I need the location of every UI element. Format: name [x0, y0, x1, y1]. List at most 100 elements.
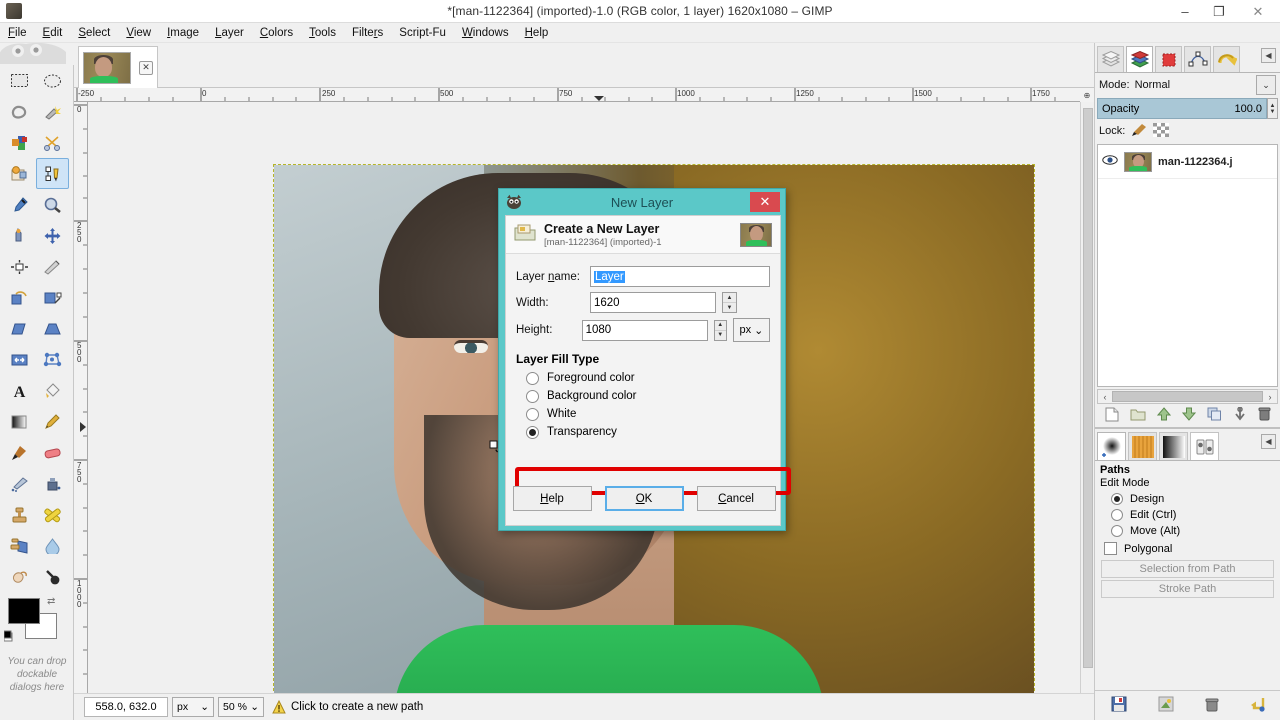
menu-view[interactable]: View — [118, 25, 159, 41]
spin-up-icon[interactable]: ▲ — [714, 321, 726, 331]
airbrush-tool[interactable] — [3, 468, 36, 499]
ellipse-select-tool[interactable] — [36, 65, 69, 96]
tab-patterns[interactable] — [1128, 432, 1157, 460]
opacity-slider[interactable]: Opacity 100.0 — [1097, 98, 1267, 119]
cage-transform-tool[interactable] — [36, 344, 69, 375]
menu-filters[interactable]: Filters — [344, 25, 391, 41]
close-button[interactable]: ✕ — [1236, 0, 1280, 23]
scroll-right-arrow[interactable]: › — [1263, 392, 1277, 402]
scissors-select-tool[interactable] — [36, 127, 69, 158]
restore-tool-options-button[interactable] — [1158, 696, 1174, 715]
duplicate-layer-button[interactable] — [1207, 407, 1222, 424]
height-spinner[interactable]: ▲ ▼ — [713, 319, 727, 341]
dialog-close-button[interactable]: ✕ — [750, 192, 780, 212]
width-input[interactable]: 1620 — [590, 292, 716, 313]
perspective-clone-tool[interactable] — [3, 530, 36, 561]
menu-image[interactable]: Image — [159, 25, 207, 41]
radio-icon[interactable] — [1111, 509, 1123, 521]
width-spinner[interactable]: ▲ ▼ — [722, 292, 737, 313]
stroke-path-button[interactable]: Stroke Path — [1101, 580, 1274, 598]
selection-from-path-button[interactable]: Selection from Path — [1101, 560, 1274, 578]
swap-colors-icon[interactable]: ⇄ — [47, 596, 55, 607]
radio-icon[interactable] — [526, 407, 539, 421]
layer-row[interactable]: man-1122364.j — [1098, 145, 1277, 179]
help-button[interactable]: Help — [512, 486, 592, 511]
spin-up-icon[interactable]: ▲ — [723, 293, 736, 303]
opacity-spinner[interactable]: ▲ ▼ — [1267, 98, 1278, 119]
spin-down-icon[interactable]: ▼ — [715, 331, 726, 340]
delete-layer-button[interactable] — [1258, 407, 1271, 424]
fill-white-option[interactable]: White — [506, 405, 780, 423]
vertical-scrollbar-thumb[interactable] — [1083, 108, 1093, 668]
menu-layer[interactable]: Layer — [207, 25, 252, 41]
ink-tool[interactable] — [36, 468, 69, 499]
fill-background-option[interactable]: Background color — [506, 387, 780, 405]
new-layer-group-button[interactable] — [1130, 407, 1146, 424]
dodge-burn-tool[interactable] — [36, 561, 69, 592]
layers-horizontal-scrollbar[interactable]: ‹ › — [1097, 389, 1278, 404]
radio-icon[interactable] — [526, 371, 539, 385]
layers-list[interactable]: man-1122364.j — [1097, 144, 1278, 387]
move-tool[interactable] — [36, 220, 69, 251]
radio-icon[interactable] — [526, 425, 539, 439]
maximize-button[interactable]: ❐ — [1202, 0, 1236, 23]
gradient-tool[interactable] — [3, 406, 36, 437]
smudge-tool[interactable] — [3, 561, 36, 592]
flip-tool[interactable] — [3, 344, 36, 375]
menu-file[interactable]: File — [0, 25, 35, 41]
menu-tools[interactable]: Tools — [301, 25, 344, 41]
minimize-button[interactable]: – — [1168, 0, 1202, 23]
tab-undo-history[interactable] — [1213, 46, 1240, 72]
free-select-tool[interactable] — [3, 96, 36, 127]
checkbox-icon[interactable] — [1104, 542, 1117, 555]
save-tool-options-button[interactable] — [1111, 696, 1127, 715]
lock-alpha-icon[interactable] — [1153, 122, 1170, 140]
ruler-zoom-button[interactable]: ⊕ — [1080, 88, 1094, 102]
crop-tool[interactable] — [36, 251, 69, 282]
menu-edit[interactable]: Edit — [35, 25, 71, 41]
tab-layers[interactable] — [1126, 46, 1153, 72]
canvas-vertical-scrollbar[interactable] — [1080, 102, 1094, 693]
heal-tool[interactable] — [36, 499, 69, 530]
zoom-tool[interactable] — [36, 189, 69, 220]
scale-tool[interactable] — [36, 282, 69, 313]
by-color-select-tool[interactable] — [3, 127, 36, 158]
delete-tool-options-button[interactable] — [1205, 697, 1219, 715]
dock-menu-button[interactable]: ◀ — [1261, 48, 1276, 63]
scroll-left-arrow[interactable]: ‹ — [1098, 392, 1112, 402]
tab-brushes[interactable] — [1097, 432, 1126, 460]
rotate-tool[interactable] — [3, 282, 36, 313]
chevron-down-icon[interactable]: ⌄ — [1256, 75, 1276, 95]
edit-mode-move-option[interactable]: Move (Alt) — [1095, 523, 1280, 539]
anchor-layer-button[interactable] — [1233, 406, 1247, 424]
pencil-tool[interactable] — [36, 406, 69, 437]
raise-layer-button[interactable] — [1156, 407, 1171, 424]
radio-icon[interactable] — [1111, 525, 1123, 537]
measure-tool[interactable] — [3, 220, 36, 251]
reset-tool-options-button[interactable] — [1250, 696, 1266, 715]
rect-select-tool[interactable] — [3, 65, 36, 96]
edit-mode-edit-option[interactable]: Edit (Ctrl) — [1095, 507, 1280, 523]
layer-name-input[interactable]: Layer — [590, 266, 770, 287]
unit-select[interactable]: px ⌄ — [172, 697, 214, 717]
image-tab[interactable]: ✕ — [78, 46, 158, 88]
tab-paths[interactable] — [1184, 46, 1211, 72]
perspective-tool[interactable] — [36, 313, 69, 344]
lower-layer-button[interactable] — [1181, 407, 1196, 424]
fill-transparency-option[interactable]: Transparency — [506, 423, 780, 441]
tab-tool-options[interactable] — [1190, 432, 1219, 460]
foreground-color-swatch[interactable] — [8, 598, 40, 624]
blur-sharpen-tool[interactable] — [36, 530, 69, 561]
paintbrush-tool[interactable] — [3, 437, 36, 468]
color-picker-tool[interactable] — [3, 189, 36, 220]
radio-icon[interactable] — [1111, 493, 1123, 505]
new-layer-button[interactable] — [1105, 407, 1119, 425]
menu-windows[interactable]: Windows — [454, 25, 517, 41]
tab-channels[interactable] — [1155, 46, 1182, 72]
shear-tool[interactable] — [3, 313, 36, 344]
ok-button[interactable]: OK — [604, 486, 684, 511]
fill-foreground-option[interactable]: Foreground color — [506, 369, 780, 387]
spin-down-icon[interactable]: ▼ — [723, 303, 736, 312]
paths-tool[interactable] — [36, 158, 69, 189]
lock-pixels-icon[interactable] — [1131, 123, 1147, 140]
